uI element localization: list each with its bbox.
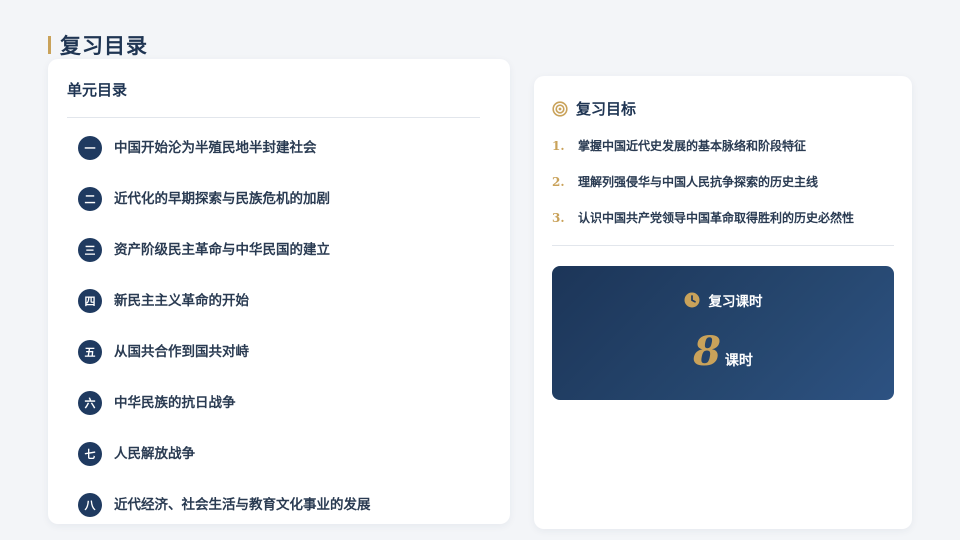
goal-index: 2. [552,175,565,189]
goals-list: 1. 掌握中国近代史发展的基本脉络和阶段特征 2. 理解列强侵华与中国人民抗争探… [552,136,894,244]
unit-number-badge: 三 [78,238,102,262]
unit-label: 中华民族的抗日战争 [114,395,236,411]
goal-index: 3. [552,211,565,225]
goal-item: 2. 理解列强侵华与中国人民抗争探索的历史主线 [552,172,894,208]
divider [67,117,480,118]
unit-directory-heading: 单元目录 [67,81,128,99]
goals-title: 复习目标 [576,100,637,118]
unit-label: 从国共合作到国共对峙 [114,344,249,360]
unit-number-badge: 四 [78,289,102,313]
unit-number-badge: 五 [78,340,102,364]
unit-label: 新民主主义革命的开始 [114,293,249,309]
goals-header: 复习目标 [552,98,636,119]
hours-number: 8 [693,328,721,375]
goal-index: 1. [552,139,565,153]
unit-item[interactable]: 五 从国共合作到国共对峙 [78,340,510,391]
hours-header: 复习课时 [552,290,894,310]
unit-number-badge: 一 [78,136,102,160]
unit-item[interactable]: 一 中国开始沦为半殖民地半封建社会 [78,136,510,187]
unit-label: 近代化的早期探索与民族危机的加剧 [114,191,330,207]
unit-number-badge: 七 [78,442,102,466]
review-hours-panel: 复习课时 8 课时 [552,266,894,400]
divider [552,245,894,246]
unit-directory-card: 单元目录 一 中国开始沦为半殖民地半封建社会 二 近代化的早期探索与民族危机的加… [48,59,510,524]
target-icon [552,100,568,117]
clock-icon [684,292,699,308]
review-goals-card: 复习目标 1. 掌握中国近代史发展的基本脉络和阶段特征 2. 理解列强侵华与中国… [534,76,912,529]
unit-item[interactable]: 四 新民主主义革命的开始 [78,289,510,340]
unit-list: 一 中国开始沦为半殖民地半封建社会 二 近代化的早期探索与民族危机的加剧 三 资… [78,136,510,524]
unit-label: 近代经济、社会生活与教育文化事业的发展 [114,497,371,513]
unit-item[interactable]: 七 人民解放战争 [78,442,510,493]
unit-number-badge: 八 [78,493,102,517]
unit-label: 人民解放战争 [114,446,195,462]
unit-label: 资产阶级民主革命与中华民国的建立 [114,242,330,258]
title-accent-bar [48,36,51,54]
goal-item: 1. 掌握中国近代史发展的基本脉络和阶段特征 [552,136,894,172]
unit-number-badge: 二 [78,187,102,211]
hours-value-row: 8 课时 [552,328,894,376]
unit-label: 中国开始沦为半殖民地半封建社会 [114,140,317,156]
goal-text: 认识中国共产党领导中国革命取得胜利的历史必然性 [578,211,855,225]
hours-title: 复习课时 [708,294,763,310]
page-title-text: 复习目录 [60,33,148,58]
hours-unit: 课时 [724,353,753,369]
goal-text: 理解列强侵华与中国人民抗争探索的历史主线 [578,175,819,189]
unit-item[interactable]: 六 中华民族的抗日战争 [78,391,510,442]
goal-text: 掌握中国近代史发展的基本脉络和阶段特征 [578,139,807,153]
goal-item: 3. 认识中国共产党领导中国革命取得胜利的历史必然性 [552,208,894,244]
unit-item[interactable]: 八 近代经济、社会生活与教育文化事业的发展 [78,493,510,524]
unit-item[interactable]: 二 近代化的早期探索与民族危机的加剧 [78,187,510,238]
page-title: 复习目录 [48,30,148,60]
unit-item[interactable]: 三 资产阶级民主革命与中华民国的建立 [78,238,510,289]
unit-number-badge: 六 [78,391,102,415]
